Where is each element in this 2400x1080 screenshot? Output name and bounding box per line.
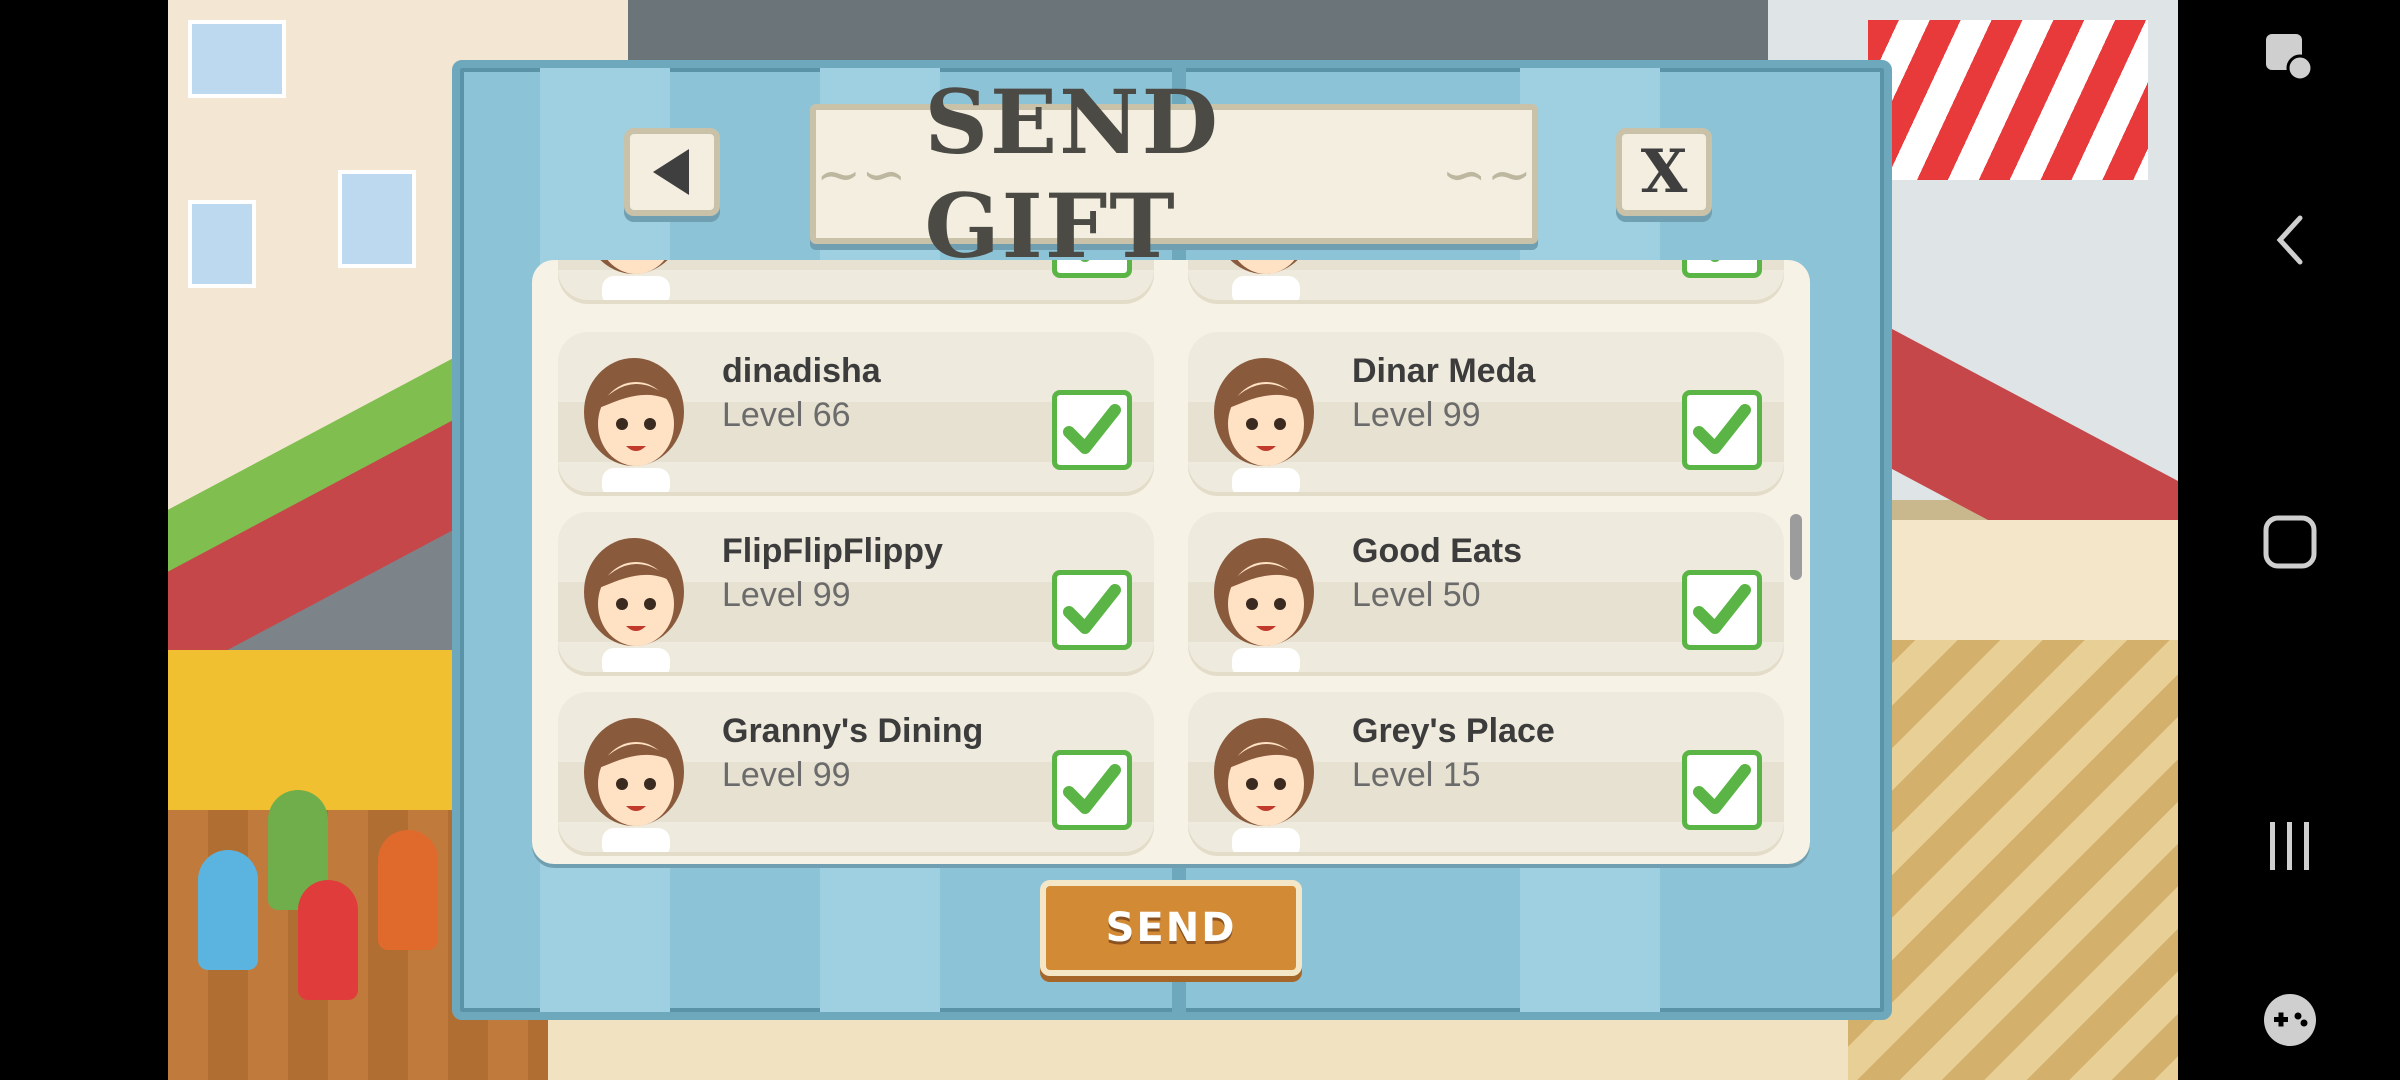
friend-level: Level 50 [1352,576,1481,614]
avatar [584,538,684,672]
send-button[interactable]: SEND [1040,880,1302,976]
back-arrow-icon [653,149,689,195]
friend-level: Level 15 [1352,756,1481,794]
left-ornament-icon: ~∽ [816,142,907,206]
friend-name: Dinar Meda [1352,352,1536,390]
back-button[interactable] [624,128,720,216]
dialog-title: SEND GIFT [924,70,1220,278]
send-button-label: SEND [1105,905,1237,951]
checkmark-icon [1693,404,1751,454]
nav-home-button[interactable] [2240,492,2340,592]
list-item[interactable]: FlipFlipFlippy Level 99 [558,512,1154,672]
friend-list[interactable]: dinadisha Level 66 Dinar Meda Level 99 F… [532,260,1810,868]
checkmark-icon [1080,260,1090,262]
avatar [584,358,684,492]
system-navigation-bar [2178,0,2400,1080]
checkmark-icon [1693,584,1751,634]
select-checkbox[interactable] [1682,750,1762,830]
background-customers [188,770,488,1020]
dialog-title-plaque: ~∽ SEND GIFT ∽~ [810,70,1538,278]
avatar [584,718,684,852]
touch-assist-icon [2266,34,2314,82]
list-item-partial [1188,260,1784,300]
friend-name: Grey's Place [1352,712,1555,750]
select-checkbox[interactable] [1682,390,1762,470]
nav-back-button[interactable] [2240,190,2340,290]
background-awning [1868,20,2148,180]
avatar [1214,538,1314,672]
friend-level: Level 66 [722,396,851,434]
list-item[interactable]: Granny's Dining Level 99 [558,692,1154,852]
select-checkbox[interactable] [1052,260,1132,278]
touch-assist-button[interactable] [2240,8,2340,108]
list-scrollbar[interactable] [1790,514,1802,580]
friend-level: Level 99 [1352,396,1481,434]
game-tools-button[interactable] [2240,970,2340,1070]
right-ornament-icon: ∽~ [1441,142,1533,206]
select-checkbox[interactable] [1052,390,1132,470]
checkmark-icon [1710,260,1720,262]
nav-recents-button[interactable] [2240,796,2340,896]
avatar [1214,718,1314,852]
select-checkbox[interactable] [1682,570,1762,650]
friend-name: Granny's Dining [722,712,984,750]
close-button[interactable]: X [1616,128,1712,216]
friend-name: FlipFlipFlippy [722,532,943,570]
avatar [1214,358,1314,492]
home-square-icon [2263,515,2317,569]
list-item[interactable]: Good Eats Level 50 [1188,512,1784,672]
avatar [600,260,670,300]
close-icon: X [1640,137,1688,207]
friend-name: dinadisha [722,352,881,390]
gamepad-icon [2264,994,2316,1046]
checkmark-icon [1063,584,1121,634]
list-item[interactable]: Grey's Place Level 15 [1188,692,1784,852]
list-item-partial [558,260,1154,300]
checkmark-icon [1063,764,1121,814]
list-item[interactable]: dinadisha Level 66 [558,332,1154,492]
friend-level: Level 99 [722,756,851,794]
friend-level: Level 99 [722,576,851,614]
checkmark-icon [1693,764,1751,814]
select-checkbox[interactable] [1052,570,1132,650]
friend-name: Good Eats [1352,532,1523,570]
checkmark-icon [1063,404,1121,454]
avatar [1230,260,1300,300]
list-item[interactable]: Dinar Meda Level 99 [1188,332,1784,492]
select-checkbox[interactable] [1682,260,1762,278]
select-checkbox[interactable] [1052,750,1132,830]
recents-icon [2270,822,2309,870]
chevron-left-icon [2276,215,2303,265]
